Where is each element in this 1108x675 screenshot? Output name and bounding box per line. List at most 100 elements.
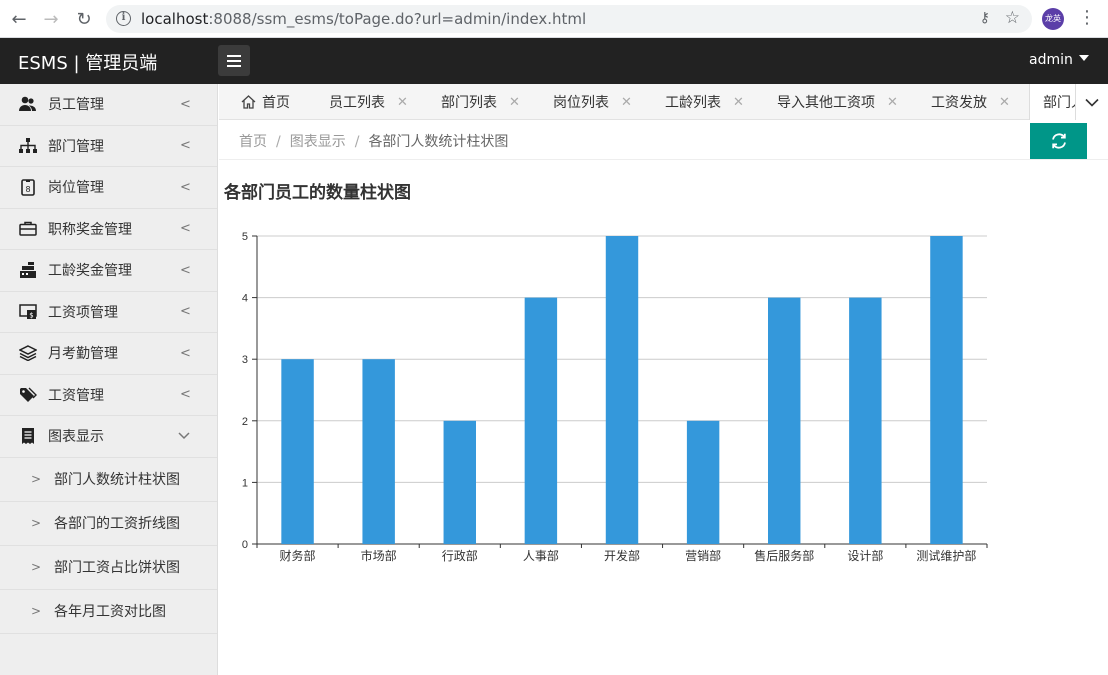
home-icon (241, 95, 256, 109)
submenu-item-label: 各年月工资对比图 (54, 604, 166, 620)
sidebar: 员工管理 < 部门管理 < 8 岗位管理 < 职称奖金管理 < 工龄奖金管理 <… (0, 84, 218, 675)
breadcrumb-section[interactable]: 图表显示 (290, 134, 346, 150)
tab-more-dropdown[interactable] (1075, 84, 1108, 120)
x-tick-label: 设计部 (847, 548, 883, 563)
chevron-left-icon: < (180, 387, 191, 403)
id-badge-icon: 8 (18, 177, 38, 197)
back-arrow-icon[interactable]: ← (8, 8, 30, 30)
bar (768, 297, 801, 544)
sidebar-item-salary[interactable]: 工资管理 < (0, 375, 217, 416)
chevron-down-icon (178, 429, 190, 444)
sidebar-item-attendance[interactable]: 月考勤管理 < (0, 333, 217, 375)
info-icon[interactable]: i (116, 11, 131, 26)
submenu-item-dept-headcount-bar[interactable]: > 部门人数统计柱状图 (0, 458, 217, 502)
tab-position-list[interactable]: 岗位列表 ✕ (553, 84, 632, 120)
bar (443, 420, 476, 544)
bar (686, 420, 720, 544)
close-icon[interactable]: ✕ (887, 95, 898, 110)
close-icon[interactable]: ✕ (509, 95, 520, 110)
tab-label: 工资发放 (931, 95, 987, 111)
tab-seniority-list[interactable]: 工龄列表 ✕ (665, 84, 744, 120)
submenu-item-monthly-salary-compare[interactable]: > 各年月工资对比图 (0, 590, 217, 634)
sidebar-item-label: 工资项管理 (48, 304, 118, 321)
tab-department-list[interactable]: 部门列表 ✕ (441, 84, 520, 120)
breadcrumb-home[interactable]: 首页 (239, 134, 267, 150)
y-tick-label: 3 (242, 354, 248, 366)
chevron-left-icon: < (180, 221, 191, 237)
breadcrumb-bar: 首页 / 图表显示 / 各部门人数统计柱状图 (219, 120, 1108, 160)
y-tick-label: 5 (242, 231, 248, 243)
y-tick-label: 0 (242, 539, 248, 551)
chevron-left-icon: < (180, 304, 191, 320)
close-icon[interactable]: ✕ (621, 95, 632, 110)
hamburger-menu-icon[interactable] (218, 45, 250, 76)
money-bill-icon: $ (18, 302, 38, 322)
bar (849, 297, 882, 544)
x-tick-label: 行政部 (442, 548, 478, 563)
chevron-right-icon: > (31, 604, 42, 618)
tab-import-salary-items[interactable]: 导入其他工资项 ✕ (777, 84, 898, 120)
submenu-item-dept-salary-pie[interactable]: > 部门工资占比饼状图 (0, 546, 217, 590)
tab-home[interactable]: 首页 (241, 84, 290, 120)
sidebar-item-position[interactable]: 8 岗位管理 < (0, 167, 217, 209)
tab-label: 首页 (262, 95, 290, 111)
y-tick-label: 4 (242, 293, 248, 305)
chevron-left-icon: < (180, 96, 191, 112)
app-header: ESMS | 管理员端 admin (0, 38, 1108, 84)
address-bar[interactable]: i localhost:8088/ssm_esms/toPage.do?url=… (106, 5, 1032, 33)
profile-avatar[interactable]: 龙英 (1042, 8, 1064, 30)
sidebar-item-label: 职称奖金管理 (48, 221, 132, 238)
chevron-left-icon: < (180, 262, 191, 278)
refresh-icon (1050, 132, 1068, 150)
bar (362, 359, 395, 544)
sidebar-item-seniority-bonus[interactable]: 工龄奖金管理 < (0, 250, 217, 292)
chevron-down-icon (1085, 98, 1099, 107)
tab-label: 部门列表 (441, 95, 497, 111)
more-menu-icon[interactable]: ⋮ (1078, 8, 1096, 28)
x-tick-label: 人事部 (523, 548, 559, 563)
close-icon[interactable]: ✕ (397, 95, 408, 110)
user-menu[interactable]: admin (1029, 52, 1089, 68)
close-icon[interactable]: ✕ (999, 95, 1010, 110)
tab-employee-list[interactable]: 员工列表 ✕ (329, 84, 408, 120)
tab-label: 工龄列表 (665, 95, 721, 111)
refresh-button[interactable] (1030, 123, 1087, 159)
tab-label: 部门人 (1043, 95, 1076, 111)
receipt-icon (18, 426, 38, 446)
sidebar-item-title-bonus[interactable]: 职称奖金管理 < (0, 209, 217, 250)
sitemap-icon (18, 136, 38, 156)
chevron-right-icon: > (31, 560, 42, 574)
star-icon[interactable]: ☆ (1005, 8, 1020, 28)
submenu-item-dept-salary-line[interactable]: > 各部门的工资折线图 (0, 502, 217, 546)
svg-text:$: $ (29, 311, 33, 319)
tab-label: 导入其他工资项 (777, 95, 875, 111)
chevron-left-icon: < (180, 138, 191, 154)
sidebar-item-department[interactable]: 部门管理 < (0, 126, 217, 167)
breadcrumb-separator: / (354, 134, 360, 150)
tab-salary-payment[interactable]: 工资发放 ✕ (931, 84, 1010, 120)
reload-icon[interactable]: ↻ (73, 8, 95, 30)
sidebar-item-salary-items[interactable]: $ 工资项管理 < (0, 292, 217, 333)
close-icon[interactable]: ✕ (733, 95, 744, 110)
sidebar-item-employee[interactable]: 员工管理 < (0, 84, 217, 126)
url-text: localhost:8088/ssm_esms/toPage.do?url=ad… (141, 10, 586, 28)
sidebar-item-label: 员工管理 (48, 97, 104, 114)
bar (605, 236, 639, 544)
key-icon[interactable]: ⚷ (980, 10, 990, 26)
x-tick-label: 测试维护部 (916, 548, 976, 563)
tab-dept-headcount-chart[interactable]: 部门人 (1029, 84, 1077, 120)
svg-text:8: 8 (25, 185, 30, 194)
sidebar-item-label: 工资管理 (48, 387, 104, 404)
tab-label: 员工列表 (329, 95, 385, 111)
bar (524, 297, 558, 544)
url-path: :8088/ssm_esms/toPage.do?url=admin/index… (208, 10, 587, 28)
forward-arrow-icon[interactable]: → (40, 8, 62, 30)
y-tick-label: 2 (242, 416, 248, 428)
sidebar-item-label: 图表显示 (48, 429, 104, 446)
bar (281, 359, 314, 544)
users-icon (18, 94, 38, 114)
submenu-item-label: 部门工资占比饼状图 (54, 560, 180, 576)
y-tick-label: 1 (242, 477, 248, 489)
breadcrumb-current: 各部门人数统计柱状图 (368, 134, 509, 150)
sidebar-item-charts[interactable]: 图表显示 (0, 416, 217, 458)
